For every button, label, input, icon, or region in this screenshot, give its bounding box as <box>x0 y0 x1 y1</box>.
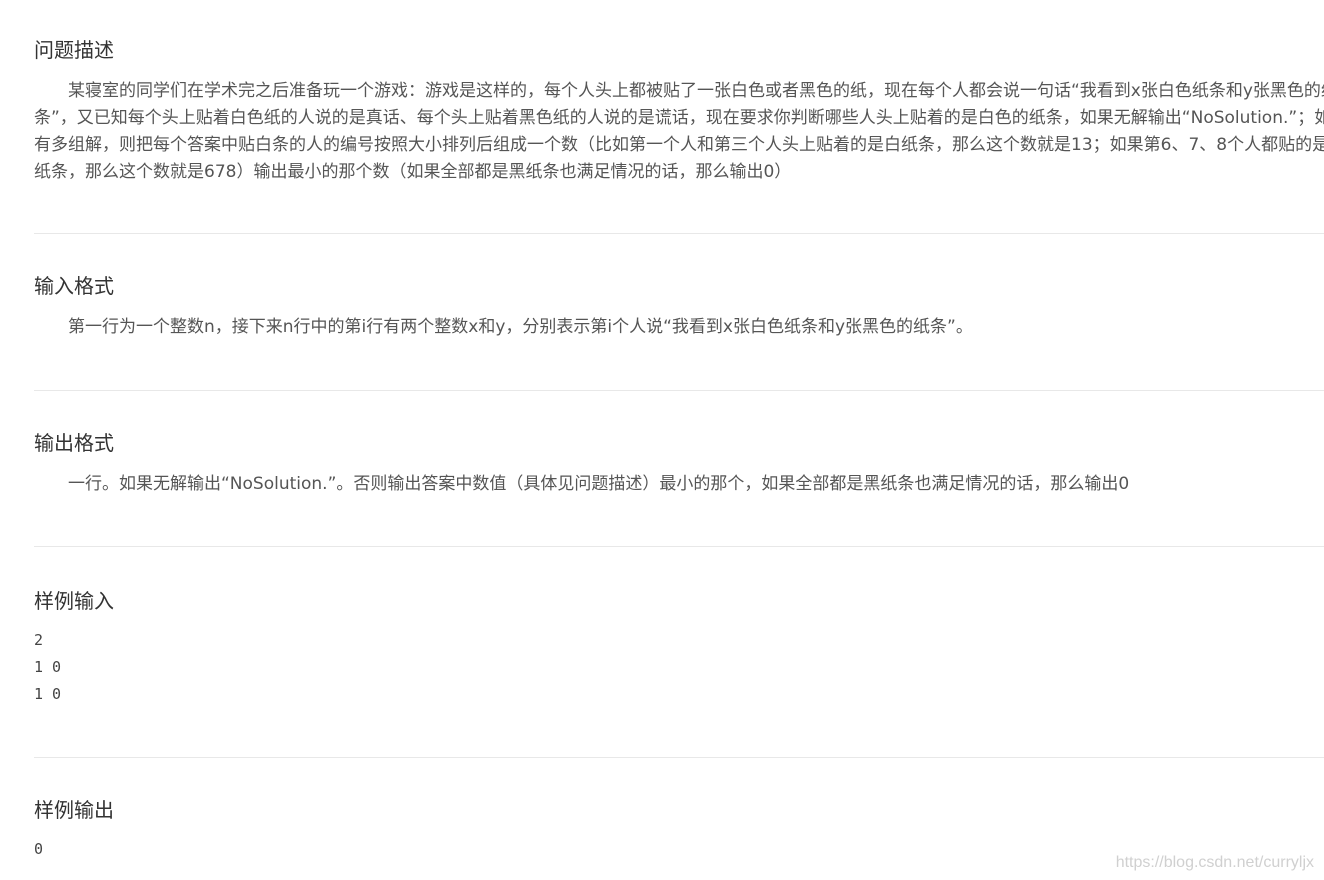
output-format-text: 一行。如果无解输出“NoSolution.”。否则输出答案中数值（具体见问题描述… <box>68 474 1130 494</box>
section-title-input-format: 输入格式 <box>34 274 114 298</box>
problem-page: 问题描述 某寝室的同学们在学术完之后准备玩一个游戏：游戏是这样的，每个人头上都被… <box>34 0 1324 880</box>
section-description: 问题描述 某寝室的同学们在学术完之后准备玩一个游戏：游戏是这样的，每个人头上都被… <box>34 0 1324 234</box>
section-title-sample-output: 样例输出 <box>34 798 114 822</box>
description-text: 某寝室的同学们在学术完之后准备玩一个游戏：游戏是这样的，每个人头上都被贴了一张白… <box>34 81 1324 182</box>
section-title-description: 问题描述 <box>34 38 114 62</box>
section-title-sample-input: 样例输入 <box>34 589 114 613</box>
watermark-text: https://blog.csdn.net/curryljx <box>1115 854 1314 871</box>
sample-input-line: 1 0 <box>34 685 62 703</box>
section-output-format: 输出格式 一行。如果无解输出“NoSolution.”。否则输出答案中数值（具体… <box>34 391 1324 547</box>
sample-input-code: 2 1 0 1 0 <box>34 627 1324 708</box>
input-format-text: 第一行为一个整数n，接下来n行中的第i行有两个整数x和y，分别表示第i个人说“我… <box>68 317 973 337</box>
sample-input-line: 1 0 <box>34 658 62 676</box>
sample-input-line: 2 <box>34 631 44 649</box>
section-title-output-format: 输出格式 <box>34 431 114 455</box>
section-sample-input: 样例输入 2 1 0 1 0 <box>34 547 1324 758</box>
section-input-format: 输入格式 第一行为一个整数n，接下来n行中的第i行有两个整数x和y，分别表示第i… <box>34 234 1324 391</box>
